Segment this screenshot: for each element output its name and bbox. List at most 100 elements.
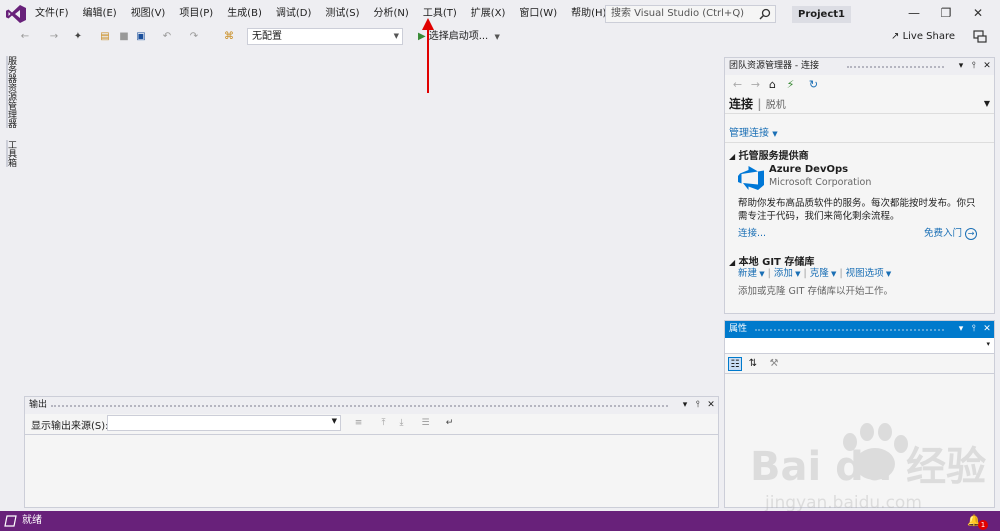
status-text: 就绪 bbox=[22, 515, 42, 526]
categorized-icon[interactable]: ☷ bbox=[728, 357, 742, 371]
output-toolbar: 显示输出来源(S): ▼ ≡ ⤒ ⤓ ☰ ↵ bbox=[25, 414, 718, 433]
clear-all-icon[interactable]: ☰ bbox=[419, 417, 432, 430]
menu-window[interactable]: 窗口(W) bbox=[512, 0, 564, 28]
previous-message-icon[interactable]: ⤒ bbox=[377, 417, 390, 430]
pin-icon[interactable]: ⫯ bbox=[968, 321, 980, 338]
back-icon[interactable]: ← bbox=[731, 78, 744, 91]
forward-icon[interactable]: → bbox=[749, 78, 762, 91]
next-message-icon[interactable]: ⤓ bbox=[395, 417, 408, 430]
minimize-button[interactable]: — bbox=[904, 4, 924, 22]
pin-icon[interactable]: ⫯ bbox=[692, 397, 704, 414]
output-text-area[interactable] bbox=[25, 434, 718, 507]
offline-label: 脱机 bbox=[765, 100, 786, 111]
azure-devops-company: Microsoft Corporation bbox=[769, 177, 872, 188]
output-title: 输出 bbox=[29, 400, 48, 410]
server-explorer-tab[interactable]: 服务器资源管理器 bbox=[6, 56, 18, 128]
git-add-link[interactable]: 添加 bbox=[774, 268, 793, 279]
team-explorer-title: 团队资源管理器 - 连接 bbox=[729, 61, 819, 71]
plug-icon[interactable]: ⚡ bbox=[784, 78, 797, 91]
menu-items: 文件(F) 编辑(E) 视图(V) 项目(P) 生成(B) 调试(D) 测试(S… bbox=[28, 0, 613, 28]
undo-icon[interactable]: ↶ bbox=[160, 30, 174, 44]
manage-connections-label: 管理连接 bbox=[729, 128, 769, 139]
separator: | bbox=[803, 268, 807, 279]
separator: | bbox=[839, 268, 843, 279]
team-explorer-title-bar: 团队资源管理器 - 连接 ▾ ⫯ ✕ bbox=[725, 58, 994, 75]
visual-studio-logo-icon[interactable] bbox=[6, 5, 26, 23]
refresh-icon[interactable]: ↻ bbox=[807, 78, 820, 91]
configuration-dropdown[interactable]: 无配置 ▼ bbox=[247, 28, 403, 45]
menu-build[interactable]: 生成(B) bbox=[220, 0, 269, 28]
chevron-down-icon: ▼ bbox=[393, 32, 399, 40]
home-icon[interactable]: ⌂ bbox=[766, 78, 779, 91]
word-wrap-icon[interactable]: ↵ bbox=[443, 417, 456, 430]
menu-test[interactable]: 测试(S) bbox=[318, 0, 366, 28]
navigate-back-icon[interactable]: ← bbox=[18, 30, 32, 44]
live-share-label: Live Share bbox=[902, 31, 956, 42]
drag-grip[interactable] bbox=[847, 66, 944, 68]
project-name-badge: Project1 bbox=[792, 6, 852, 23]
search-input[interactable]: 搜索 Visual Studio (Ctrl+Q) bbox=[605, 5, 776, 23]
menu-file[interactable]: 文件(F) bbox=[28, 0, 76, 28]
drag-grip[interactable] bbox=[51, 405, 668, 407]
menu-edit[interactable]: 编辑(E) bbox=[76, 0, 124, 28]
chevron-down-icon: ▼ bbox=[983, 99, 990, 108]
find-in-files-icon[interactable]: ⌘ bbox=[222, 30, 236, 44]
notification-badge: 1 bbox=[978, 520, 988, 530]
panel-menu-icon[interactable]: ▾ bbox=[955, 321, 967, 338]
redo-icon[interactable]: ↷ bbox=[187, 30, 201, 44]
git-view-options-link[interactable]: 视图选项 bbox=[846, 268, 884, 279]
menu-analyze[interactable]: 分析(N) bbox=[367, 0, 416, 28]
restore-button[interactable]: ❐ bbox=[936, 4, 956, 22]
close-icon[interactable]: ✕ bbox=[981, 58, 993, 75]
feedback-icon[interactable] bbox=[972, 29, 988, 45]
alphabetical-sort-icon[interactable]: ⇅ bbox=[746, 357, 760, 371]
menu-view[interactable]: 视图(V) bbox=[124, 0, 173, 28]
hosting-section-title: 托管服务提供商 bbox=[738, 151, 809, 162]
watermark-brand: Bai du 经验 bbox=[750, 444, 986, 490]
ready-icon bbox=[4, 515, 17, 527]
find-message-icon[interactable]: ≡ bbox=[352, 417, 365, 430]
property-pages-icon[interactable]: ⚒ bbox=[767, 357, 781, 371]
close-icon[interactable]: ✕ bbox=[705, 397, 717, 414]
drag-grip[interactable] bbox=[755, 329, 944, 331]
panel-menu-icon[interactable]: ▾ bbox=[679, 397, 691, 414]
menu-debug[interactable]: 调试(D) bbox=[269, 0, 319, 28]
share-icon: ↗ bbox=[891, 31, 900, 42]
panel-menu-icon[interactable]: ▾ bbox=[955, 58, 967, 75]
get-started-label: 免费入门 bbox=[924, 228, 963, 239]
close-icon[interactable]: ✕ bbox=[981, 321, 993, 338]
chevron-down-icon: ▾ bbox=[986, 340, 990, 348]
output-source-label: 显示输出来源(S): bbox=[31, 421, 109, 432]
git-new-link[interactable]: 新建 bbox=[738, 268, 757, 279]
collapse-icon: ◢ bbox=[729, 258, 736, 267]
azure-description-line1: 帮助你发布高品质软件的服务。每次都能按时发布。你只 bbox=[738, 198, 976, 209]
git-clone-link[interactable]: 克隆 bbox=[810, 268, 829, 279]
chevron-down-icon: ▼ bbox=[828, 270, 837, 278]
object-selector-dropdown[interactable]: ▾ bbox=[725, 338, 994, 354]
save-icon[interactable]: ■ bbox=[117, 30, 131, 44]
output-source-dropdown[interactable]: ▼ bbox=[107, 415, 341, 431]
live-share-button[interactable]: ↗ Live Share bbox=[891, 29, 955, 45]
connect-heading[interactable]: 连接 | 脱机 ▼ bbox=[725, 94, 994, 114]
save-all-icon[interactable]: ▣ bbox=[134, 30, 148, 44]
menu-extensions[interactable]: 扩展(X) bbox=[464, 0, 513, 28]
new-project-icon[interactable]: ✦ bbox=[71, 30, 85, 44]
standard-toolbar: ← → ✦ ▤ ■ ▣ ↶ ↷ ⌘ 无配置 ▼ ▶ 选择启动项... ▼ ↗ Li… bbox=[0, 28, 1000, 46]
menu-project[interactable]: 项目(P) bbox=[172, 0, 220, 28]
git-actions: 新建 ▼ | 添加 ▼ | 克隆 ▼ | 视图选项 ▼ bbox=[738, 265, 891, 279]
manage-connections-link[interactable]: 管理连接 ▼ bbox=[729, 124, 778, 139]
chevron-down-icon: ▼ bbox=[792, 270, 801, 278]
arrow-right-icon: → bbox=[965, 228, 978, 240]
hosting-section-header[interactable]: ◢ 托管服务提供商 bbox=[725, 147, 809, 162]
connect-link[interactable]: 连接... bbox=[738, 225, 766, 239]
open-file-icon[interactable]: ▤ bbox=[98, 30, 112, 44]
pin-icon[interactable]: ⫯ bbox=[968, 58, 980, 75]
chevron-down-icon: ▼ bbox=[331, 417, 337, 425]
git-hint-text: 添加或克隆 GIT 存储库以开始工作。 bbox=[738, 286, 894, 297]
navigate-forward-icon[interactable]: → bbox=[47, 30, 61, 44]
close-window-button[interactable]: ✕ bbox=[968, 4, 988, 22]
configuration-value: 无配置 bbox=[252, 31, 282, 42]
heading-separator: | bbox=[757, 97, 762, 111]
toolbox-tab[interactable]: 工具箱 bbox=[6, 140, 18, 167]
get-started-link[interactable]: 免费入门 → bbox=[924, 225, 978, 240]
